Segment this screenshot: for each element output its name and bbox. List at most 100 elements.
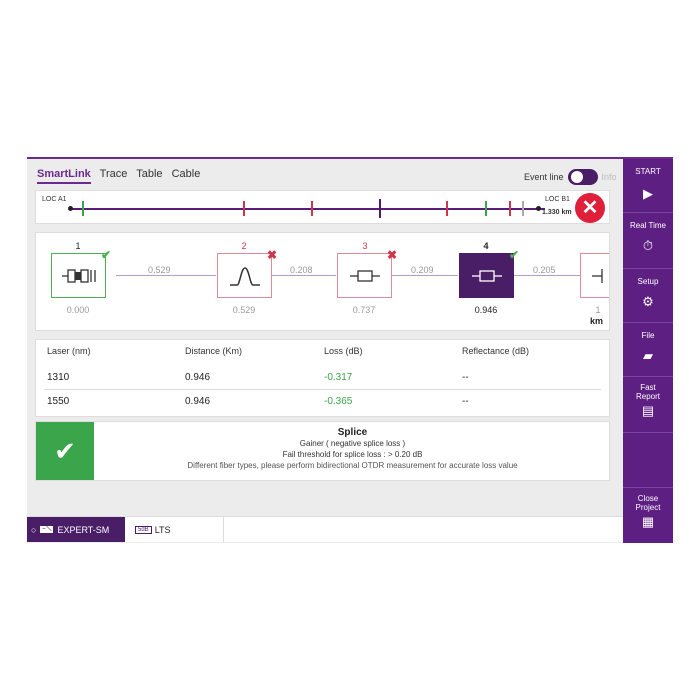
report-icon: ▤ — [641, 403, 655, 418]
link-overview-bar[interactable]: LOC A1 LOC B1 1.330 km — [35, 190, 610, 224]
module-tab-label: LTS — [154, 524, 171, 535]
real-time-button[interactable]: Real Time ⏱ — [623, 213, 673, 269]
play-icon: ▶ — [643, 186, 653, 201]
right-sidebar: START ▶ Real Time ⏱ Setup ⚙ File ▰ Fast … — [623, 159, 673, 543]
fast-report-button[interactable]: Fast Report ▤ — [623, 377, 673, 433]
event-marker[interactable] — [446, 201, 448, 216]
event-3-splice[interactable]: ✖ — [337, 248, 397, 298]
segment-length: 0.205 — [530, 265, 559, 275]
event-marker[interactable] — [243, 201, 245, 216]
event-number: 2 — [241, 241, 247, 251]
event-marker[interactable] — [509, 201, 511, 216]
smartlink-diagram: 0.529 0.208 0.209 0.205 1 ✔ 0.000 2 ✖ 0.… — [35, 232, 610, 331]
event-2-reflective[interactable]: ✖ — [217, 248, 277, 298]
end-location-label: LOC B1 — [545, 196, 570, 203]
fail-x-icon: ✖ — [266, 248, 277, 262]
module-tab-label: EXPERT-SM — [57, 524, 110, 535]
event-distance: 1 — [595, 305, 601, 315]
tab-trace[interactable]: Trace — [100, 168, 128, 180]
stopwatch-icon: ⏱ — [642, 238, 654, 253]
fiber-line — [70, 208, 545, 210]
tab-cable[interactable]: Cable — [172, 168, 201, 180]
close-project-label: Close Project — [635, 494, 661, 512]
end-dot — [536, 206, 541, 211]
link-fail-icon: ✕ — [575, 193, 605, 223]
close-project-button[interactable]: Close Project ▦ — [623, 487, 673, 543]
segment-length: 0.209 — [408, 265, 437, 275]
info-label: Info — [601, 172, 617, 182]
file-label: File — [641, 331, 655, 340]
fiber-segment — [272, 275, 336, 276]
verdict-title: Splice — [337, 427, 368, 438]
event-verdict-panel: ✔ Splice Gainer ( negative splice loss )… — [35, 421, 610, 481]
reflectance-cell: -- — [462, 396, 469, 407]
event-marker[interactable] — [82, 201, 84, 216]
pass-check-icon: ✔ — [508, 248, 519, 262]
laser-cell: 1550 — [47, 396, 70, 407]
column-header: Laser (nm) — [47, 346, 91, 356]
event-5-end-connector[interactable] — [580, 253, 609, 298]
event-4-splice-selected[interactable]: ✔ — [459, 248, 519, 298]
verdict-line: Fail threshold for splice loss : > 0.20 … — [282, 450, 423, 459]
verdict-line: Gainer ( negative splice loss ) — [299, 439, 406, 448]
setup-label: Setup — [637, 277, 659, 286]
file-button[interactable]: File ▰ — [623, 323, 673, 377]
event-line-toggle-group: Event line Info — [524, 169, 617, 185]
event-distance: 0.737 — [352, 305, 376, 315]
module-tab-expert-sm[interactable]: ○ ⎯╲ EXPERT-SM — [27, 517, 125, 542]
connector-icon — [61, 268, 96, 283]
event-line-toggle[interactable] — [567, 169, 598, 185]
reflective-peak-icon — [229, 266, 260, 286]
lts-module-icon: 5dB — [135, 525, 152, 534]
start-label: START — [635, 167, 661, 176]
event-marker[interactable] — [485, 201, 487, 216]
event-marker[interactable] — [311, 201, 313, 216]
fail-x-icon: ✖ — [386, 248, 397, 262]
start-location-label: LOC A1 — [42, 196, 67, 203]
tab-smartlink[interactable]: SmartLink — [37, 168, 91, 184]
splice-icon — [471, 269, 502, 282]
event-1-launch-connector[interactable]: ✔ — [51, 248, 111, 298]
event-line-label: Event line — [524, 172, 564, 182]
tab-table[interactable]: Table — [136, 168, 162, 180]
distance-unit: km — [589, 316, 603, 326]
segment-length: 0.529 — [145, 265, 174, 275]
event-results-table: Laser (nm) Distance (Km) Loss (dB) Refle… — [35, 339, 610, 417]
loss-cell: -0.365 — [324, 396, 353, 407]
event-distance: 0.946 — [474, 305, 498, 315]
otdr-module-icon: ⎯╲ — [39, 525, 55, 534]
end-connector-icon — [592, 268, 603, 283]
event-marker-selected[interactable] — [379, 199, 381, 218]
gear-icon: ⚙ — [642, 294, 654, 309]
event-number: 3 — [362, 241, 368, 251]
fiber-segment — [392, 275, 458, 276]
module-status-bar: ○ ⎯╲ EXPERT-SM 5dB LTS — [27, 516, 623, 542]
row-divider — [44, 389, 601, 390]
start-button[interactable]: START ▶ — [623, 159, 673, 213]
column-header: Loss (dB) — [324, 346, 363, 356]
radio-icon: ○ — [31, 524, 37, 535]
start-dot — [68, 206, 73, 211]
fast-report-label: Fast Report — [635, 383, 660, 401]
event-distance: 0.000 — [66, 305, 90, 315]
event-number: 4 — [483, 241, 489, 251]
loss-cell: -0.317 — [324, 372, 353, 383]
pass-check-icon: ✔ — [100, 248, 111, 262]
real-time-label: Real Time — [629, 221, 666, 230]
fiber-segment — [116, 275, 216, 276]
reflectance-cell: -- — [462, 372, 469, 383]
setup-button[interactable]: Setup ⚙ — [623, 269, 673, 323]
event-distance: 0.529 — [232, 305, 256, 315]
column-header: Reflectance (dB) — [462, 346, 530, 356]
grid-icon: ▦ — [641, 514, 655, 529]
otdr-screen: SmartLink Trace Table Cable Event line I… — [27, 157, 673, 543]
segment-length: 0.208 — [287, 265, 316, 275]
event-marker[interactable] — [522, 201, 524, 216]
column-header: Distance (Km) — [185, 346, 243, 356]
end-distance-label: 1.330 km — [542, 209, 572, 216]
distance-cell: 0.946 — [185, 396, 211, 407]
module-tab-lts[interactable]: 5dB LTS — [129, 517, 224, 542]
laser-cell: 1310 — [47, 372, 70, 383]
pass-check-icon: ✔ — [36, 422, 94, 480]
